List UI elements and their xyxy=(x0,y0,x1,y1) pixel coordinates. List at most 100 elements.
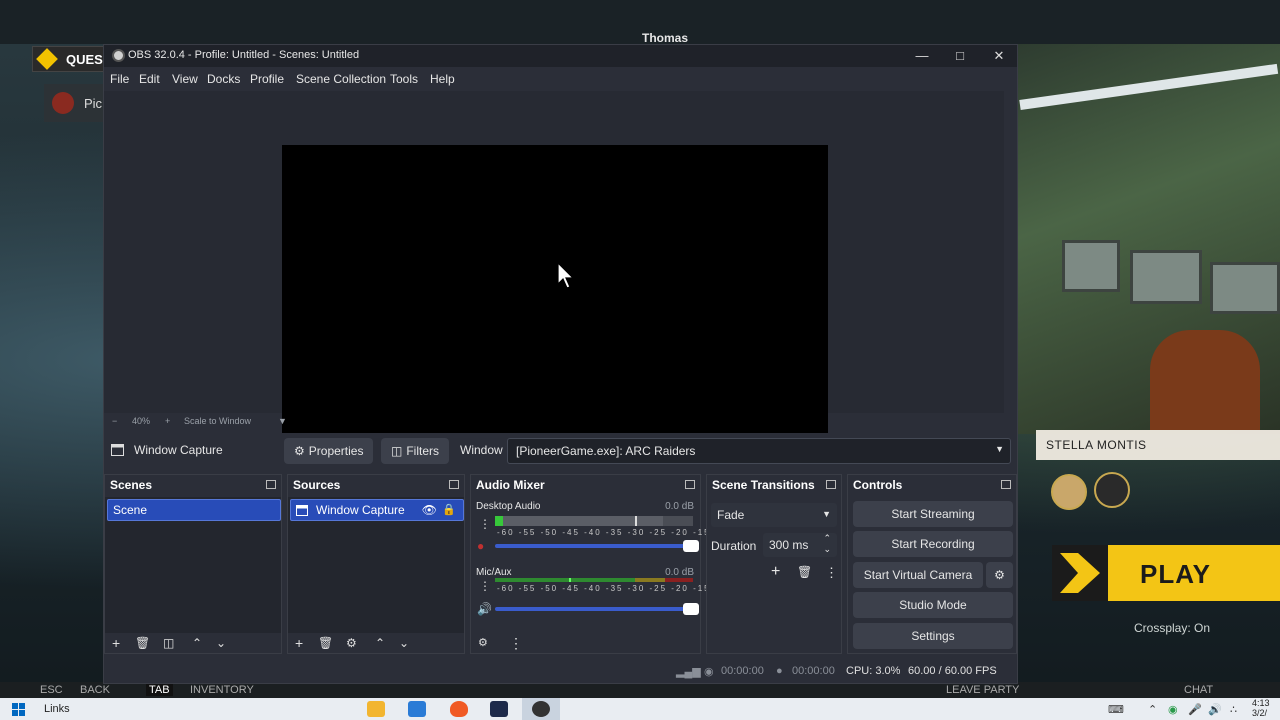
crossplay-status: Crossplay: On xyxy=(1134,621,1211,635)
undock-icon[interactable] xyxy=(1001,480,1011,489)
play-button[interactable]: PLAY xyxy=(1052,545,1280,601)
settings-button[interactable]: Settings xyxy=(853,623,1013,649)
game-app-icon[interactable] xyxy=(490,701,508,717)
add-transition-icon[interactable]: + xyxy=(771,563,780,581)
volume-icon[interactable]: 🔊 xyxy=(1208,703,1222,716)
zoom-in-button[interactable]: + xyxy=(165,416,170,426)
menu-help[interactable]: Help xyxy=(430,72,455,86)
obs-titlebar[interactable]: OBS 32.0.4 - Profile: Untitled - Scenes:… xyxy=(104,45,1017,67)
volume-slider[interactable] xyxy=(495,540,699,552)
volume-slider-knob[interactable] xyxy=(683,603,699,615)
start-recording-button[interactable]: Start Recording xyxy=(853,531,1013,557)
brave-browser-icon[interactable] xyxy=(450,701,468,717)
channel-menu-icon[interactable]: ⋮ xyxy=(479,579,491,593)
move-up-icon[interactable]: ⌃ xyxy=(375,636,385,650)
game-quest-tag: QUES xyxy=(32,46,104,72)
source-item[interactable]: Window Capture 👁 🔒 xyxy=(290,499,464,521)
minimize-button[interactable]: — xyxy=(907,47,937,65)
settings-label: Settings xyxy=(911,629,955,643)
file-explorer-icon[interactable] xyxy=(367,701,385,717)
scenes-list[interactable]: Scene xyxy=(105,497,281,633)
mixer-menu-icon[interactable]: ⋮ xyxy=(509,636,523,650)
move-down-icon[interactable]: ⌄ xyxy=(399,636,409,650)
network-icon[interactable]: ∴ xyxy=(1230,703,1237,716)
close-button[interactable]: ✕ xyxy=(984,47,1014,65)
menu-file[interactable]: File xyxy=(110,72,129,86)
zoom-dropdown-icon[interactable]: ▼ xyxy=(278,416,287,426)
sources-list[interactable]: Window Capture 👁 🔒 xyxy=(288,497,464,633)
trash-icon[interactable]: 🗑 xyxy=(135,636,150,650)
start-streaming-label: Start Streaming xyxy=(891,507,975,521)
channel-name: Mic/Aux xyxy=(476,567,512,578)
microphone-icon[interactable]: 🎤 xyxy=(1188,703,1202,716)
window-select[interactable]: [PioneerGame.exe]: ARC Raiders ▼ xyxy=(507,438,1011,464)
channel-menu-icon[interactable]: ⋮ xyxy=(479,517,491,531)
maximize-button[interactable]: □ xyxy=(945,47,975,65)
menu-docks[interactable]: Docks xyxy=(207,72,240,86)
party-avatar[interactable] xyxy=(1094,472,1130,508)
undock-icon[interactable] xyxy=(826,480,836,489)
menu-view[interactable]: View xyxy=(172,72,198,86)
scenes-dock: Scenes Scene + 🗑 ◫ ⌃ ⌄ xyxy=(104,474,282,654)
menu-tools[interactable]: Tools xyxy=(390,72,418,86)
menu-scene-collection[interactable]: Scene Collection xyxy=(296,72,386,86)
zoom-out-button[interactable]: − xyxy=(112,416,117,426)
volume-slider-knob[interactable] xyxy=(683,540,699,552)
preview-canvas[interactable] xyxy=(282,145,828,452)
scenes-title: Scenes xyxy=(110,478,153,492)
undock-icon[interactable] xyxy=(449,480,459,489)
trash-icon[interactable]: 🗑 xyxy=(797,565,812,579)
store-icon[interactable] xyxy=(408,701,426,717)
tray-app-icon[interactable]: ◉ xyxy=(1168,703,1178,716)
studio-mode-button[interactable]: Studio Mode xyxy=(853,592,1013,618)
transitions-dock-header: Scene Transitions xyxy=(707,475,841,497)
move-up-icon[interactable]: ⌃ xyxy=(192,636,202,650)
eye-icon[interactable]: 👁 xyxy=(422,503,437,517)
start-streaming-button[interactable]: Start Streaming xyxy=(853,501,1013,527)
gear-icon[interactable]: ⚙ xyxy=(346,636,357,650)
obs-taskbar-icon[interactable] xyxy=(532,701,550,717)
controls-title: Controls xyxy=(853,478,903,492)
virtual-camera-settings-button[interactable]: ⚙ xyxy=(986,562,1013,588)
lock-icon[interactable]: 🔒 xyxy=(442,503,456,516)
add-scene-icon[interactable]: + xyxy=(112,636,120,650)
window-label: Window xyxy=(460,443,503,457)
undock-icon[interactable] xyxy=(266,480,276,489)
filters-button[interactable]: ◫ Filters xyxy=(381,438,450,464)
muted-speaker-icon[interactable]: ● xyxy=(477,539,491,553)
trash-icon[interactable]: 🗑 xyxy=(318,636,333,650)
properties-label: Properties xyxy=(308,444,364,458)
stream-status-icon: ◉ xyxy=(704,666,714,678)
undock-icon[interactable] xyxy=(685,480,695,489)
speaker-icon[interactable]: 🔊 xyxy=(477,602,492,616)
taskbar-clock[interactable]: 4:13 3/2/ xyxy=(1252,698,1270,718)
scenes-toolbar: + 🗑 ◫ ⌃ ⌄ xyxy=(105,633,281,655)
move-down-icon[interactable]: ⌄ xyxy=(216,636,226,650)
menu-edit[interactable]: Edit xyxy=(139,72,160,86)
party-avatar[interactable] xyxy=(1051,474,1087,510)
game-crt-monitor xyxy=(1210,262,1280,314)
keyboard-icon[interactable]: ⌨ xyxy=(1108,703,1124,716)
source-toolbar: Window Capture ⚙ Properties ◫ Filters Wi… xyxy=(104,433,1017,467)
controls-dock: Controls Start Streaming Start Recording… xyxy=(847,474,1017,654)
windows-start-icon[interactable] xyxy=(12,703,26,717)
scene-item[interactable]: Scene xyxy=(107,499,281,521)
transition-select[interactable]: Fade ▼ xyxy=(711,503,837,527)
add-source-icon[interactable]: + xyxy=(295,636,303,650)
game-top-strip xyxy=(0,0,1280,44)
transition-menu-icon[interactable]: ⋮ xyxy=(825,565,838,581)
duration-spinbox[interactable]: 300 ms ⌃ ⌄ xyxy=(763,533,837,557)
start-virtual-camera-button[interactable]: Start Virtual Camera xyxy=(853,562,983,588)
spin-arrows-icon[interactable]: ⌃ ⌄ xyxy=(823,533,831,555)
tray-chevron-icon[interactable]: ⌃ xyxy=(1148,703,1157,716)
transitions-title: Scene Transitions xyxy=(712,478,815,492)
menu-profile[interactable]: Profile xyxy=(250,72,284,86)
volume-slider[interactable] xyxy=(495,603,699,615)
advanced-audio-icon[interactable]: ⚙ xyxy=(478,636,488,650)
taskbar-links-toolbar[interactable]: Links xyxy=(44,703,70,715)
properties-button[interactable]: ⚙ Properties xyxy=(284,438,374,464)
preview-area[interactable] xyxy=(104,91,1004,452)
filters-icon[interactable]: ◫ xyxy=(163,636,174,650)
esc-key-hint: ESC xyxy=(40,684,63,696)
scale-to-window[interactable]: Scale to Window xyxy=(184,416,251,426)
